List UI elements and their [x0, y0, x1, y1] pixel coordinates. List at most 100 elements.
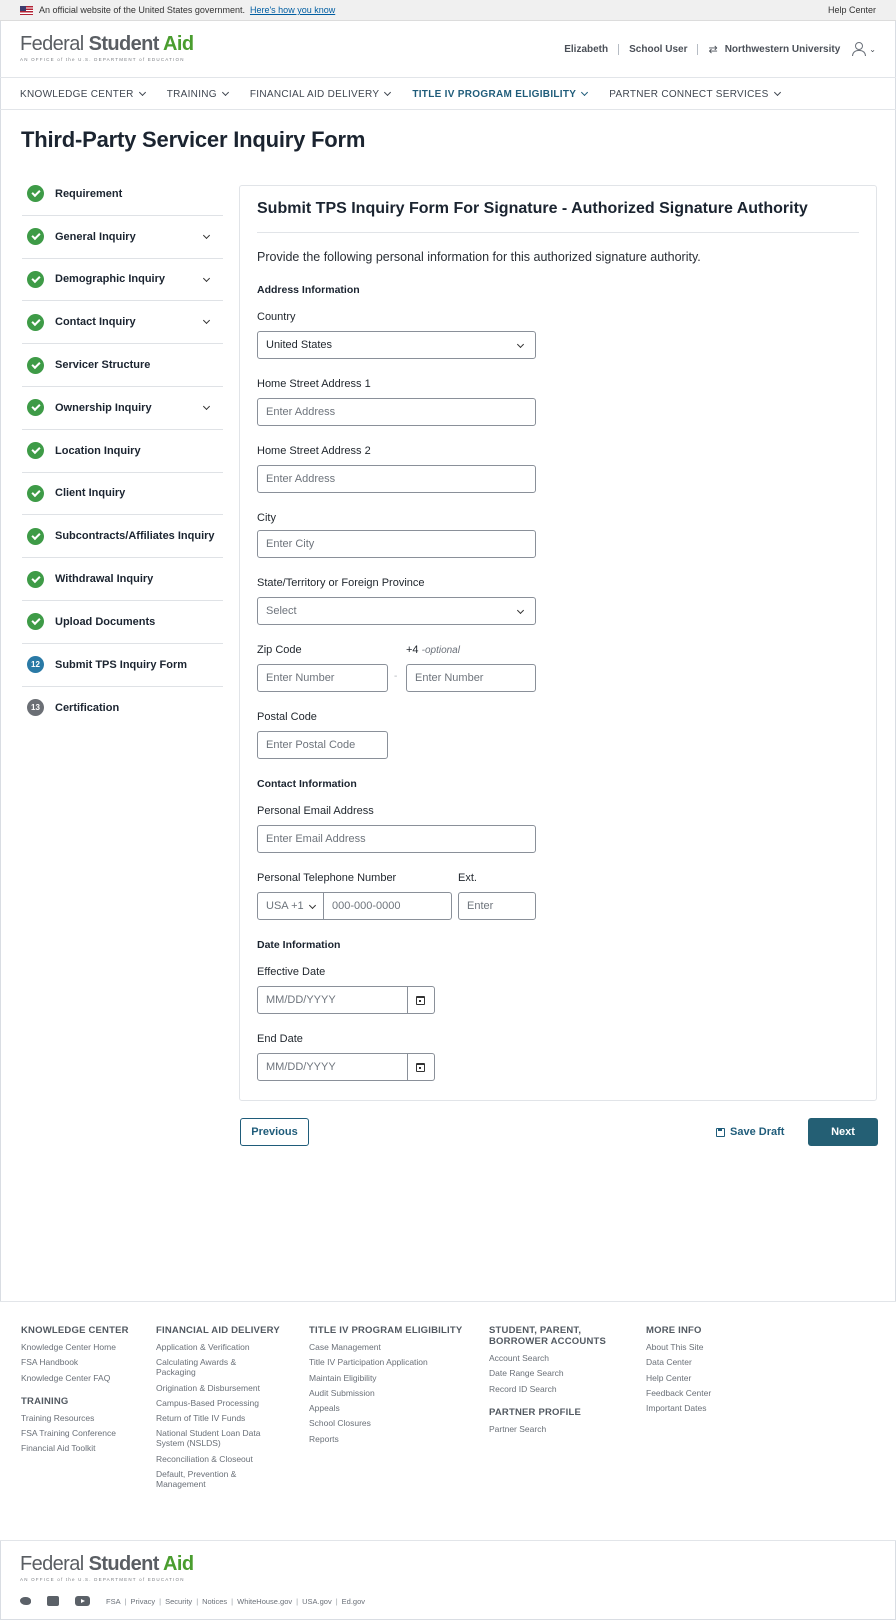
footer-link[interactable]: Feedback Center	[646, 1388, 711, 1398]
zip4-input[interactable]: Enter Number	[406, 664, 536, 692]
save-draft-button[interactable]: Save Draft	[716, 1126, 784, 1138]
footer-link[interactable]: Knowledge Center Home	[21, 1342, 129, 1352]
nav-training[interactable]: TRAINING	[167, 89, 229, 100]
country-value: United States	[266, 339, 333, 351]
footer-link[interactable]: About This Site	[646, 1342, 711, 1352]
footer-link[interactable]: Application & Verification	[156, 1342, 280, 1352]
step-withdrawal-inquiry[interactable]: Withdrawal Inquiry	[22, 558, 223, 601]
help-center-link[interactable]: Help Center	[828, 5, 876, 15]
check-circle-icon	[27, 399, 44, 417]
calendar-glyph	[416, 995, 425, 1005]
footer-link[interactable]: Reports	[309, 1434, 462, 1444]
step-general-inquiry[interactable]: General Inquiry	[22, 216, 223, 259]
fsa-logo-footer[interactable]: Federal Student Aid AN OFFICE of the U.S…	[20, 1553, 194, 1582]
footer-link[interactable]: Appeals	[309, 1403, 462, 1413]
user-icon[interactable]	[852, 42, 867, 56]
state-select[interactable]: Select	[257, 597, 536, 625]
step-demographic-inquiry[interactable]: Demographic Inquiry	[22, 259, 223, 302]
contact-section-title: Contact Information	[257, 778, 357, 790]
step-servicer-structure[interactable]: Servicer Structure	[22, 344, 223, 387]
footer-link[interactable]: Account Search	[489, 1353, 619, 1363]
footer-link[interactable]: Training Resources	[21, 1413, 129, 1423]
footer-link[interactable]: Campus-Based Processing	[156, 1398, 280, 1408]
nav-label: KNOWLEDGE CENTER	[20, 88, 134, 100]
end-date-input[interactable]: MM/DD/YYYY	[257, 1053, 408, 1081]
separator: |	[296, 1596, 299, 1606]
footer-link[interactable]: Maintain Eligibility	[309, 1373, 462, 1383]
zip-input[interactable]: Enter Number	[257, 664, 388, 692]
legal-link[interactable]: Security	[165, 1597, 192, 1606]
footer-link[interactable]: Date Range Search	[489, 1368, 619, 1378]
nav-partner-connect-services[interactable]: PARTNER CONNECT SERVICES	[609, 89, 781, 100]
calendar-icon[interactable]	[407, 986, 435, 1014]
footer-link[interactable]: Important Dates	[646, 1403, 711, 1413]
footer-link[interactable]: School Closures	[309, 1418, 462, 1428]
email-input[interactable]: Enter Email Address	[257, 825, 536, 853]
nav-knowledge-center[interactable]: KNOWLEDGE CENTER	[20, 88, 146, 100]
nav-financial-aid-delivery[interactable]: FINANCIAL AID DELIVERY	[250, 89, 392, 100]
footer-link[interactable]: Return of Title IV Funds	[156, 1413, 280, 1423]
step-contact-inquiry[interactable]: Contact Inquiry	[22, 301, 223, 345]
step-requirement[interactable]: Requirement	[22, 173, 223, 216]
step-client-inquiry[interactable]: Client Inquiry	[22, 473, 223, 516]
city-input[interactable]: Enter City	[257, 530, 536, 558]
footer-link[interactable]: Audit Submission	[309, 1388, 462, 1398]
legal-link[interactable]: USA.gov	[302, 1597, 332, 1606]
step-upload-documents[interactable]: Upload Documents	[22, 601, 223, 644]
step-ownership-inquiry[interactable]: Ownership Inquiry	[22, 387, 223, 430]
legal-link[interactable]: Privacy	[131, 1597, 156, 1606]
chevron-down-icon[interactable]	[202, 231, 211, 239]
step-label: Requirement	[55, 187, 123, 200]
facebook-icon[interactable]	[47, 1596, 59, 1606]
footer-link[interactable]: Default, Prevention & Management	[156, 1469, 266, 1489]
fsa-logo[interactable]: Federal Student Aid AN OFFICE of the U.S…	[20, 33, 194, 62]
youtube-icon[interactable]	[75, 1596, 90, 1606]
step-location-inquiry[interactable]: Location Inquiry	[22, 430, 223, 473]
legal-link[interactable]: FSA	[106, 1597, 121, 1606]
phone-input[interactable]: 000-000-0000	[323, 892, 452, 920]
country-select[interactable]: United States	[257, 331, 536, 359]
street1-input[interactable]: Enter Address	[257, 398, 536, 426]
footer-link[interactable]: Origination & Disbursement	[156, 1383, 280, 1393]
nav-title-iv-program-eligibility[interactable]: TITLE IV PROGRAM ELIGIBILITY	[412, 89, 589, 100]
footer-link[interactable]: Case Management	[309, 1342, 462, 1352]
legal-link[interactable]: WhiteHouse.gov	[237, 1597, 292, 1606]
how-you-know-link[interactable]: Here's how you know	[250, 5, 335, 15]
switch-school-icon[interactable]: ⇄	[708, 43, 717, 56]
calendar-icon[interactable]	[407, 1053, 435, 1081]
form-card: Submit TPS Inquiry Form For Signature - …	[239, 185, 877, 1101]
step-certification[interactable]: 13 Certification	[22, 687, 223, 730]
footer-link[interactable]: Knowledge Center FAQ	[21, 1373, 129, 1383]
footer-link[interactable]: Help Center	[646, 1373, 711, 1383]
twitter-icon[interactable]	[20, 1597, 31, 1605]
school-name[interactable]: Northwestern University	[725, 44, 841, 55]
step-label: Contact Inquiry	[55, 316, 136, 329]
footer-link[interactable]: FSA Training Conference	[21, 1428, 129, 1438]
legal-link[interactable]: Notices	[202, 1597, 227, 1606]
step-submit-tps-inquiry-form[interactable]: 12 Submit TPS Inquiry Form	[22, 644, 223, 687]
chevron-down-icon[interactable]: ⌄	[869, 45, 876, 54]
street2-input[interactable]: Enter Address	[257, 465, 536, 493]
footer-link[interactable]: Record ID Search	[489, 1384, 619, 1394]
footer-link[interactable]: Title IV Participation Application	[309, 1357, 462, 1367]
phone-country-select[interactable]: USA +1	[257, 892, 324, 920]
previous-button[interactable]: Previous	[240, 1118, 309, 1146]
postal-input[interactable]: Enter Postal Code	[257, 731, 388, 759]
chevron-down-icon[interactable]	[202, 317, 211, 325]
footer-col-fad: FINANCIAL AID DELIVERY Application & Ver…	[156, 1325, 280, 1494]
ext-input[interactable]: Enter	[458, 892, 536, 920]
next-button[interactable]: Next	[808, 1118, 878, 1146]
chevron-down-icon[interactable]	[202, 274, 211, 282]
effective-date-input[interactable]: MM/DD/YYYY	[257, 986, 408, 1014]
footer-link[interactable]: Calculating Awards & Packaging	[156, 1357, 266, 1377]
legal-link[interactable]: Ed.gov	[342, 1597, 365, 1606]
footer-link[interactable]: Data Center	[646, 1357, 711, 1367]
footer-link[interactable]: FSA Handbook	[21, 1357, 129, 1367]
chevron-down-icon[interactable]	[202, 402, 211, 411]
footer-link[interactable]: National Student Loan Data System (NSLDS…	[156, 1428, 266, 1448]
footer-link[interactable]: Financial Aid Toolkit	[21, 1443, 129, 1453]
footer-link[interactable]: Reconciliation & Closeout	[156, 1454, 280, 1464]
step-subcontracts-affiliates[interactable]: Subcontracts/Affiliates Inquiry	[22, 515, 223, 559]
gov-banner: An official website of the United States…	[0, 0, 896, 21]
footer-link[interactable]: Partner Search	[489, 1424, 619, 1434]
